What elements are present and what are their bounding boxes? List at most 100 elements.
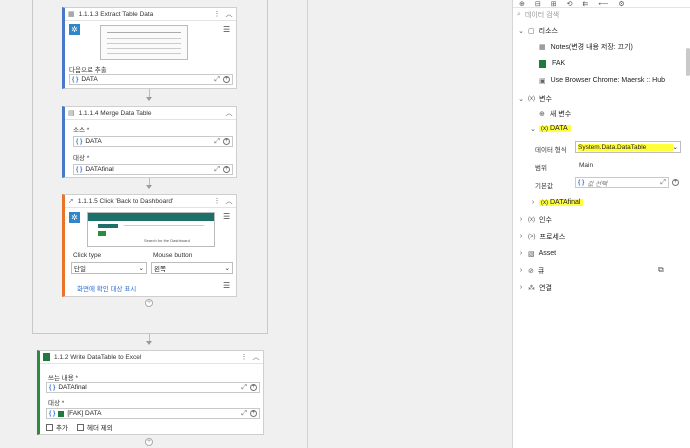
plus-icon[interactable]: + bbox=[223, 166, 230, 173]
tree-resources[interactable]: ⌄ ▢ 리소스 bbox=[517, 23, 558, 38]
chevron-down-icon[interactable]: ⌄ bbox=[529, 125, 537, 133]
tree-variable-datafinal[interactable]: › (x) DATAfinal bbox=[529, 195, 584, 210]
more-menu-icon[interactable]: ⋮ bbox=[213, 197, 221, 205]
tree-arguments[interactable]: › (x) 인수 bbox=[517, 212, 552, 227]
collapse-all-icon[interactable]: ⊟ bbox=[535, 0, 541, 8]
extract-to-field[interactable]: { } DATA ⤢ + bbox=[69, 74, 233, 85]
more-menu-icon[interactable]: ⋮ bbox=[213, 10, 221, 18]
connector-arrow bbox=[146, 185, 152, 189]
chevron-down-icon[interactable]: ⌄ bbox=[517, 27, 525, 35]
chevron-down-icon[interactable]: ⌄ bbox=[517, 95, 525, 103]
search-input[interactable]: 데이터 검색 bbox=[525, 10, 559, 20]
search-bar[interactable]: ⌕ 데이터 검색 bbox=[517, 9, 677, 21]
refresh-icon[interactable]: ⟲ bbox=[567, 0, 573, 8]
chevron-right-icon[interactable]: › bbox=[517, 250, 525, 257]
thumbnail-caption: Search for the Dashboard bbox=[144, 238, 190, 243]
tree-resource-notes[interactable]: ▦ Notes(변경 내용 저장: 끄기) bbox=[539, 39, 633, 54]
connector-arrow bbox=[146, 97, 152, 101]
plus-icon[interactable]: + bbox=[672, 179, 679, 186]
plus-icon[interactable]: + bbox=[250, 384, 257, 391]
tree-connection[interactable]: › ⁂ 연결 bbox=[517, 280, 552, 295]
collapse-icon[interactable]: ︿ bbox=[252, 352, 260, 362]
click-type-select[interactable]: 단일 ⌄ bbox=[71, 262, 147, 274]
menu-icon[interactable]: ☰ bbox=[223, 25, 230, 34]
chevron-right-icon[interactable]: › bbox=[529, 199, 537, 206]
tree-variable-data[interactable]: ⌄ (x) DATA bbox=[529, 121, 571, 136]
source-field[interactable]: { } DATA ⤢ + bbox=[73, 136, 233, 147]
expand-icon[interactable]: ⤢ bbox=[241, 384, 247, 392]
append-checkbox[interactable] bbox=[46, 423, 53, 431]
show-target-link[interactable]: 화면에 확인 대상 표시 bbox=[77, 283, 136, 293]
target-picker-icon[interactable]: ✲ bbox=[69, 212, 80, 223]
tree-resource-browser[interactable]: ▣ Use Browser Chrome: Maersk :: Hub bbox=[539, 73, 665, 88]
settings-icon[interactable]: ⚙ bbox=[618, 0, 624, 8]
excel-icon bbox=[43, 353, 50, 361]
tree-asset[interactable]: › ▧ Asset bbox=[517, 246, 556, 261]
expand-icon[interactable]: ⤢ bbox=[214, 138, 220, 146]
tree-label: 인수 bbox=[539, 216, 552, 224]
chevron-right-icon[interactable]: › bbox=[517, 284, 525, 291]
connector-arrow bbox=[146, 341, 152, 345]
field-value: DATAfinal bbox=[85, 166, 114, 173]
chevron-right-icon[interactable]: › bbox=[517, 216, 525, 223]
content-field[interactable]: { } DATAfinal ⤢ + bbox=[46, 382, 260, 393]
chevron-right-icon[interactable]: › bbox=[517, 233, 525, 240]
plus-icon[interactable]: + bbox=[223, 138, 230, 145]
collapse-icon[interactable]: ︿ bbox=[225, 108, 233, 118]
import-icon[interactable]: ⇇ bbox=[583, 0, 589, 8]
destination-field[interactable]: { } [FAK] DATA ⤢ + bbox=[46, 408, 260, 419]
field-placeholder: 값 선택 bbox=[587, 180, 608, 188]
external-link-icon[interactable]: ⧉ bbox=[658, 265, 664, 275]
target-picker-icon[interactable]: ✲ bbox=[69, 24, 80, 35]
expand-icon[interactable]: ⤢ bbox=[214, 76, 220, 84]
default-value-label: 기본값 bbox=[535, 183, 553, 190]
collapse-icon[interactable]: ︿ bbox=[225, 9, 233, 19]
menu-icon[interactable]: ☰ bbox=[223, 281, 230, 290]
source-label: 소스 * bbox=[73, 127, 90, 134]
variable-icon: (x) bbox=[539, 125, 550, 132]
process-icon: (>) bbox=[528, 233, 536, 240]
chevron-right-icon[interactable]: › bbox=[517, 267, 525, 274]
tree-variables[interactable]: ⌄ (x) 변수 bbox=[517, 91, 552, 106]
scope-label: 범위 bbox=[535, 165, 547, 172]
field-value: DATAfinal bbox=[58, 384, 87, 391]
tree-process[interactable]: › (>) 프로세스 bbox=[517, 229, 565, 244]
more-menu-icon[interactable]: ⋮ bbox=[240, 353, 248, 361]
plus-icon[interactable]: + bbox=[250, 410, 257, 417]
data-type-select[interactable]: System.Data.DataTable ⌄ bbox=[575, 141, 681, 153]
expand-icon[interactable]: ⤢ bbox=[660, 179, 666, 187]
variable-brace-icon: { } bbox=[76, 138, 83, 145]
plus-icon[interactable]: + bbox=[223, 76, 230, 83]
expand-icon[interactable]: ⤢ bbox=[214, 166, 220, 174]
activity-extract-table-data[interactable]: ▦ 1.1.1.3 Extract Table Data ⋮ ︿ ✲ ☰ 다음으… bbox=[62, 7, 237, 89]
back-icon[interactable]: ⟵ bbox=[598, 0, 608, 8]
append-label: 추가 bbox=[56, 425, 68, 432]
scrollbar[interactable] bbox=[686, 48, 690, 76]
click-type-label: Click type bbox=[73, 252, 102, 259]
variable-brace-icon: { } bbox=[76, 166, 83, 173]
activity-click-back-to-dashboard[interactable]: ➚ 1.1.1.5 Click 'Back to Dashboard' ⋮ ︿ … bbox=[62, 194, 237, 297]
content-label: 쓰는 내용 * bbox=[48, 375, 79, 382]
tree-queue[interactable]: › ⊘ 큐 bbox=[517, 263, 545, 278]
add-activity-icon[interactable]: + bbox=[145, 438, 153, 446]
panel-toolbar: ⊕ ⊟ ⊞ ⟲ ⇇ ⟵ ⚙ bbox=[513, 0, 690, 8]
exclude-header-checkbox[interactable] bbox=[76, 423, 84, 431]
activity-write-datatable-to-excel[interactable]: 1.1.2 Write DataTable to Excel ⋮ ︿ 쓰는 내용… bbox=[37, 350, 264, 435]
new-variable-button[interactable]: ⊕ 새 변수 bbox=[539, 106, 571, 121]
default-value-field[interactable]: { } 값 선택 ⤢ bbox=[575, 177, 669, 188]
tree-label: Asset bbox=[538, 250, 557, 257]
asset-icon: ▧ bbox=[528, 250, 535, 258]
activity-title: 1.1.1.4 Merge Data Table bbox=[78, 109, 152, 117]
add-icon[interactable]: ⊕ bbox=[519, 0, 525, 8]
activity-merge-data-table[interactable]: ▤ 1.1.1.4 Merge Data Table ︿ 소스 * { } DA… bbox=[62, 106, 237, 178]
mouse-button-select[interactable]: 왼쪽 ⌄ bbox=[151, 262, 233, 274]
workflow-canvas[interactable]: ▦ 1.1.1.3 Extract Table Data ⋮ ︿ ✲ ☰ 다음으… bbox=[0, 0, 512, 448]
filter-icon[interactable]: ⊞ bbox=[551, 0, 557, 8]
expand-icon[interactable]: ⤢ bbox=[241, 410, 247, 418]
field-value: [FAK] DATA bbox=[67, 410, 102, 417]
menu-icon[interactable]: ☰ bbox=[223, 212, 230, 221]
collapse-icon[interactable]: ︿ bbox=[225, 196, 233, 206]
destination-field[interactable]: { } DATAfinal ⤢ + bbox=[73, 164, 233, 175]
add-activity-icon[interactable]: + bbox=[145, 299, 153, 307]
tree-resource-fak[interactable]: FAK bbox=[539, 56, 565, 71]
